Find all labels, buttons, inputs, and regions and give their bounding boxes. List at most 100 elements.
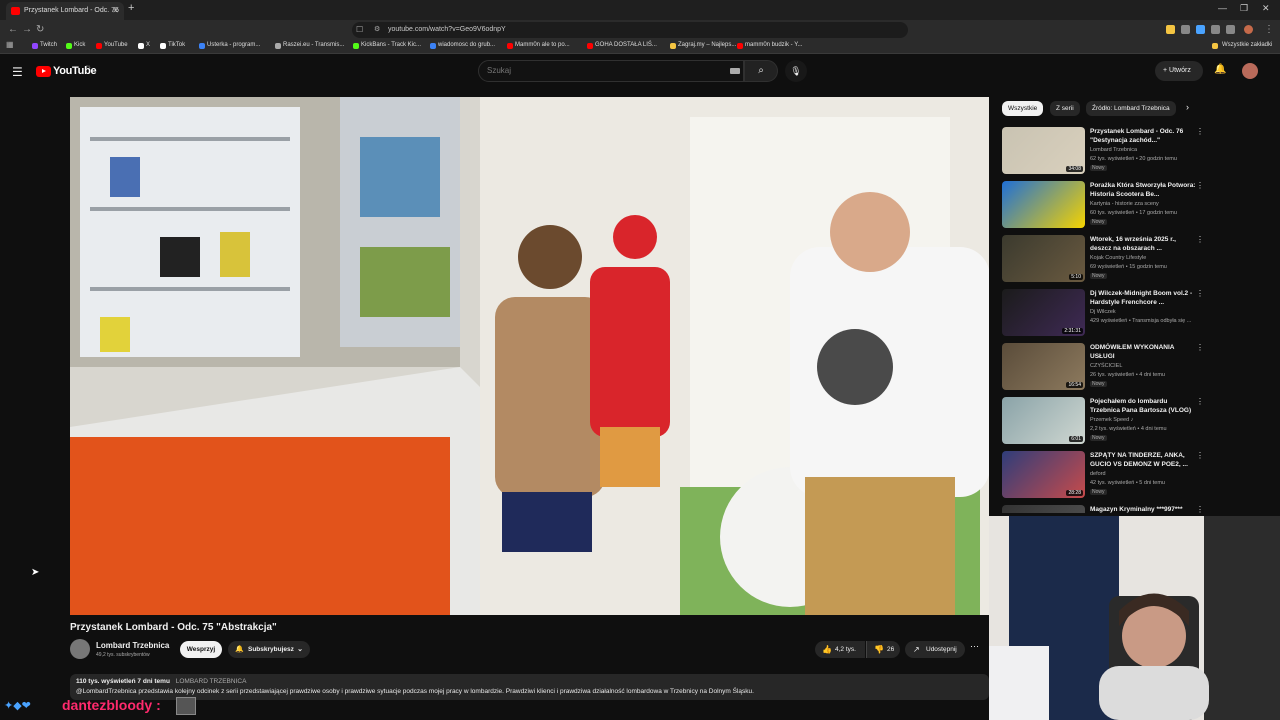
- recommendation-item[interactable]: Porażka Która Stworzyła Potwora: Histori…: [1002, 181, 1204, 231]
- video-thumbnail[interactable]: [1002, 181, 1085, 228]
- extension-icon[interactable]: [1166, 25, 1175, 34]
- more-options-icon[interactable]: ⋮: [1196, 181, 1204, 190]
- video-thumbnail[interactable]: 6:01: [1002, 397, 1085, 444]
- more-options-icon[interactable]: ⋮: [1196, 343, 1204, 352]
- maximize-icon[interactable]: ❐: [1240, 3, 1248, 14]
- support-button[interactable]: Wesprzyj: [180, 641, 222, 658]
- like-count: 4,2 tys.: [835, 646, 856, 653]
- bookmark-icon[interactable]: ☐: [356, 22, 363, 38]
- bookmark-item[interactable]: Zagraj.my – Najleps...: [670, 42, 736, 49]
- voice-search-button[interactable]: 🎙: [785, 60, 807, 82]
- recommendation-item[interactable]: 5:10 Wtorek, 16 września 2025 r., deszcz …: [1002, 235, 1204, 285]
- search-input[interactable]: Szukaj: [478, 60, 744, 82]
- hamburger-menu-icon[interactable]: ☰: [12, 65, 23, 79]
- filter-chip[interactable]: Wszystkie: [1002, 101, 1044, 116]
- address-bar[interactable]: ☐ ⚙ youtube.com/watch?v=Geo9V6odnpY: [352, 22, 908, 38]
- extension-icon[interactable]: [1196, 25, 1205, 34]
- filter-chip[interactable]: Źródło: Lombard Trzebnica: [1086, 101, 1176, 116]
- search-button[interactable]: ⌕: [744, 60, 778, 82]
- video-thumbnail[interactable]: 5:10: [1002, 235, 1085, 282]
- video-thumbnail[interactable]: 34:08: [1002, 127, 1085, 174]
- bookmark-item[interactable]: X: [138, 42, 150, 49]
- profile-icon[interactable]: [1244, 25, 1253, 34]
- window-close-icon[interactable]: ✕: [1262, 3, 1270, 14]
- recommendation-item[interactable]: 28:28 SZPĄTY NA TINDERZE, ANKA, GUCIO VS …: [1002, 451, 1204, 501]
- bookmark-item[interactable]: Twitch: [32, 42, 57, 49]
- video-player[interactable]: [70, 97, 989, 615]
- all-bookmarks-folder[interactable]: Wszystkie zakładki: [1212, 42, 1272, 49]
- bookmark-item[interactable]: Usterka - program...: [199, 42, 260, 49]
- video-thumbnail[interactable]: 28:28: [1002, 451, 1085, 498]
- extension-icon[interactable]: [1181, 25, 1190, 34]
- forward-icon[interactable]: →: [22, 24, 32, 35]
- more-options-icon[interactable]: ⋮: [1196, 505, 1202, 513]
- apps-grid-icon[interactable]: ▦: [6, 40, 14, 49]
- new-tab-icon[interactable]: +: [128, 2, 134, 14]
- back-icon[interactable]: ←: [8, 24, 18, 35]
- video-thumbnail[interactable]: 16:54: [1002, 343, 1085, 390]
- duration-badge: 5:10: [1069, 274, 1083, 280]
- channel-avatar[interactable]: [70, 639, 90, 659]
- video-frame: [70, 97, 989, 615]
- bookmark-item[interactable]: KickBans - Track Kic...: [353, 42, 421, 49]
- account-avatar[interactable]: [1242, 63, 1258, 79]
- browser-menu-icon[interactable]: ⋮: [1264, 24, 1274, 35]
- video-thumbnail[interactable]: 2:31:31: [1002, 289, 1085, 336]
- filter-chip[interactable]: Z serii: [1050, 101, 1080, 116]
- bookmark-favicon-icon: [96, 43, 102, 49]
- bookmark-favicon-icon: [275, 43, 281, 49]
- recommendation-item[interactable]: 16:54 ODMÓWIŁEM WYKONANIA USŁUGI CZYŚCICIE…: [1002, 343, 1204, 393]
- video-tag[interactable]: LOMBARD TRZEBNICA: [176, 678, 247, 685]
- recommendation-meta: 42 tys. wyświetleń • 5 dni temu: [1090, 480, 1165, 486]
- microphone-icon: 🎙: [790, 66, 802, 76]
- channel-name[interactable]: Lombard Trzebnica: [96, 641, 169, 650]
- reload-icon[interactable]: ↻: [36, 24, 44, 35]
- video-thumbnail[interactable]: [1002, 505, 1085, 513]
- extensions-puzzle-icon[interactable]: [1211, 25, 1220, 34]
- more-options-icon[interactable]: ⋮: [1196, 235, 1204, 244]
- keyboard-icon[interactable]: [730, 68, 740, 74]
- recommendation-channel: Dj Wilczek: [1090, 309, 1116, 315]
- subscribed-label: Subskrybujesz: [248, 646, 294, 653]
- bookmark-item[interactable]: YouTube: [96, 42, 128, 49]
- create-button[interactable]: + Utwórz: [1155, 61, 1203, 81]
- url-text[interactable]: youtube.com/watch?v=Geo9V6odnpY: [388, 26, 506, 33]
- more-options-icon[interactable]: ⋮: [1196, 127, 1204, 136]
- bookmark-item[interactable]: Kick: [66, 42, 85, 49]
- site-info-icon[interactable]: ⚙: [374, 22, 380, 38]
- recommendation-meta: 429 wyświetleń • Transmisja odbyła się .…: [1090, 318, 1192, 324]
- dislike-button[interactable]: 👎 26: [866, 641, 900, 658]
- recommendation-meta: 60 tys. wyświetleń • 17 godzin temu: [1090, 210, 1177, 216]
- bookmark-item[interactable]: mamm0n budzik - Y...: [737, 42, 802, 49]
- bookmark-item[interactable]: TikTok: [160, 42, 185, 49]
- youtube-header: ☰ YouTube PL Szukaj ⌕ 🎙 + Utwórz 🔔: [0, 55, 1280, 89]
- webcam-frame: [989, 516, 1280, 720]
- more-options-icon[interactable]: ⋮: [1196, 397, 1204, 406]
- recommendation-item[interactable]: Magazyn Kryminalny ***997*** ⋮: [1002, 505, 1202, 513]
- bookmark-item[interactable]: wiadomosc do grub...: [430, 42, 495, 49]
- close-tab-icon[interactable]: ✕: [112, 2, 119, 20]
- bookmark-item[interactable]: Raszei.eu - Transmis...: [275, 42, 344, 49]
- more-options-icon[interactable]: ⋮: [1196, 451, 1204, 460]
- minimize-icon[interactable]: —: [1218, 3, 1227, 13]
- recommendation-title: Porażka Która Stworzyła Potwora: Histori…: [1090, 182, 1196, 198]
- more-options-icon[interactable]: ⋮: [1196, 289, 1204, 298]
- chevron-right-icon[interactable]: ›: [1186, 102, 1189, 112]
- recommendation-item[interactable]: 2:31:31 Dj Wilczek-Midnight Boom vol.2 - …: [1002, 289, 1204, 339]
- bookmark-item[interactable]: Mamm0n ale to po...: [507, 42, 570, 49]
- share-button[interactable]: ↗ Udostępnij: [905, 641, 965, 658]
- dislike-count: 26: [887, 646, 895, 653]
- youtube-logo-icon[interactable]: [36, 66, 51, 77]
- like-button[interactable]: 👍 4,2 tys.: [815, 641, 865, 658]
- browser-tab[interactable]: Przystanek Lombard - Odc. 75 ✕: [6, 2, 124, 20]
- notifications-bell-icon[interactable]: 🔔: [1214, 64, 1226, 75]
- recommendation-item[interactable]: 34:08 Przystanek Lombard - Odc. 76 "Desty…: [1002, 127, 1204, 177]
- subscribed-button[interactable]: 🔔 Subskrybujesz ⌄: [228, 641, 310, 658]
- bookmark-item[interactable]: GOHA DOSTAŁA LIŚ...: [587, 42, 657, 49]
- description-box[interactable]: 110 tys. wyświetleń 7 dni temu LOMBARD T…: [70, 674, 989, 700]
- sidebar-icon[interactable]: [1226, 25, 1235, 34]
- browser-toolbar: ← → ↻ ☐ ⚙ youtube.com/watch?v=Geo9V6odnp…: [0, 20, 1280, 40]
- views-and-date: 110 tys. wyświetleń 7 dni temu: [76, 678, 170, 685]
- more-actions-icon[interactable]: ⋯: [970, 641, 979, 652]
- recommendation-item[interactable]: 6:01 Pojechałem do lombardu Trzebnica Pan…: [1002, 397, 1204, 447]
